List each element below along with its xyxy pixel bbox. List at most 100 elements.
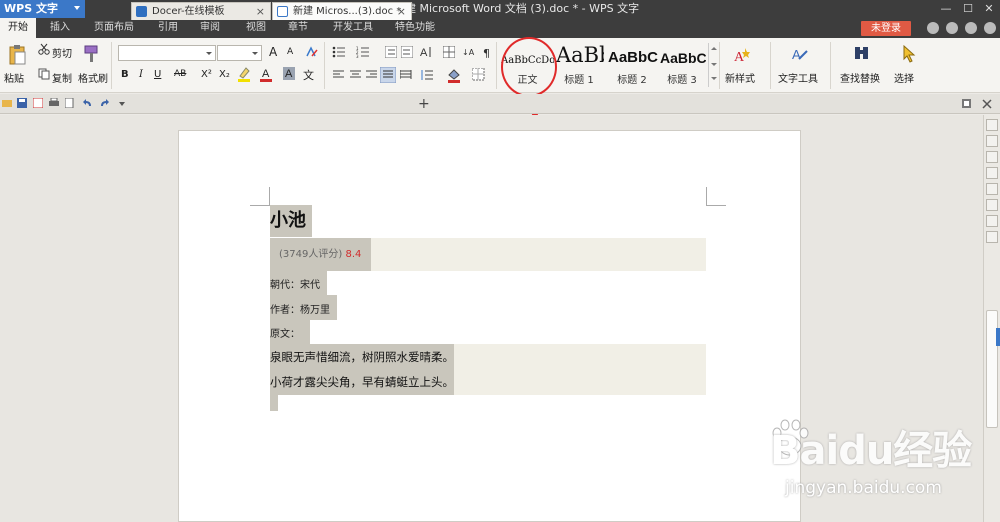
underline-button[interactable]: U — [154, 69, 161, 80]
clear-format-icon[interactable] — [305, 46, 318, 58]
increase-indent-icon[interactable] — [401, 46, 413, 58]
subscript-button[interactable]: X₂ — [219, 69, 230, 80]
redo-icon[interactable] — [99, 98, 109, 108]
menu-special[interactable]: 特色功能 — [390, 18, 440, 38]
menu-view[interactable]: 视图 — [240, 18, 272, 38]
sidebar-style-icon[interactable] — [986, 135, 998, 147]
phonetic-icon[interactable]: 文 — [302, 66, 318, 82]
paste-button[interactable]: 粘贴 — [4, 70, 24, 85]
font-name-combo[interactable] — [118, 45, 216, 61]
style-sample: AaBbC — [660, 50, 706, 66]
font-color-icon[interactable]: A — [259, 66, 273, 82]
distribute-icon[interactable] — [400, 70, 412, 80]
close-icon[interactable]: × — [397, 3, 406, 20]
sidebar-toggle-icon[interactable] — [986, 119, 998, 131]
new-tab-plus-icon[interactable]: + — [418, 96, 430, 112]
crop-mark — [269, 187, 270, 206]
binoculars-icon[interactable] — [853, 45, 871, 63]
close-all-icon[interactable] — [982, 99, 992, 109]
open-icon[interactable] — [2, 98, 12, 108]
superscript-button[interactable]: X² — [201, 69, 212, 80]
sort-icon[interactable]: ↓A — [462, 45, 476, 58]
svg-text:↓A: ↓A — [462, 48, 475, 57]
menu-references[interactable]: 引用 — [152, 18, 184, 38]
maximize-button[interactable]: ☐ — [957, 0, 979, 18]
bullet-list-icon[interactable] — [332, 46, 346, 58]
menu-section[interactable]: 章节 — [282, 18, 314, 38]
menu-home[interactable]: 开始 — [0, 18, 36, 38]
menu-review[interactable]: 审阅 — [194, 18, 226, 38]
collapse-ribbon-icon[interactable] — [984, 22, 996, 34]
shading-icon[interactable] — [447, 67, 461, 83]
help-icon[interactable] — [965, 22, 977, 34]
format-painter-icon[interactable] — [82, 44, 100, 64]
style-label: 标题 3 — [667, 75, 697, 86]
strikethrough-button[interactable]: AB — [174, 69, 186, 79]
sidebar-tools-icon[interactable] — [986, 199, 998, 211]
sidebar-help-icon[interactable] — [986, 231, 998, 243]
side-panel-tab[interactable] — [996, 328, 1000, 346]
styles-scroll[interactable] — [708, 43, 717, 87]
find-replace-button[interactable]: 查找替换 — [840, 70, 880, 85]
login-button[interactable]: 未登录 — [861, 21, 911, 36]
bold-button[interactable]: B — [121, 69, 129, 80]
text-tools-icon[interactable]: A — [791, 45, 809, 65]
align-left-icon[interactable] — [333, 70, 345, 80]
highlight-icon[interactable] — [237, 66, 251, 82]
skin-icon[interactable] — [927, 22, 939, 34]
text-tools-button[interactable]: 文字工具 — [778, 70, 818, 85]
tab-current-document[interactable]: 新建 Micros...(3).doc * × — [272, 2, 412, 20]
style-heading-2[interactable]: AaBbC 标题 2 — [606, 41, 658, 89]
text-direction-icon[interactable]: A — [420, 45, 434, 58]
show-marks-icon[interactable]: ¶ — [482, 46, 494, 58]
new-style-icon[interactable]: A — [733, 46, 751, 64]
sidebar-shape-icon[interactable] — [986, 167, 998, 179]
format-painter-button[interactable]: 格式刷 — [78, 70, 108, 85]
paste-icon[interactable] — [8, 44, 26, 66]
tab-menu-icon[interactable] — [962, 99, 972, 109]
save-icon[interactable] — [17, 98, 27, 108]
italic-button[interactable]: I — [139, 69, 143, 80]
author-line: 作者：杨万里 — [270, 295, 337, 320]
table-icon[interactable] — [443, 46, 455, 58]
close-button[interactable]: ✕ — [978, 0, 1000, 18]
line-spacing-icon[interactable] — [420, 69, 434, 81]
borders-icon[interactable] — [472, 68, 485, 81]
app-menu-button[interactable]: WPS 文字 — [0, 0, 85, 18]
sidebar-select-icon[interactable] — [986, 151, 998, 163]
quick-access-dropdown-icon[interactable] — [119, 102, 125, 106]
justify-icon[interactable] — [380, 67, 396, 83]
select-button[interactable]: 选择 — [894, 70, 914, 85]
close-icon[interactable]: × — [256, 3, 265, 20]
poem-line-1: 泉眼无声惜细流，树阴照水爱晴柔。 — [270, 344, 454, 370]
menu-insert[interactable]: 插入 — [42, 18, 78, 38]
numbered-list-icon[interactable]: 123 — [356, 46, 370, 58]
font-size-combo[interactable] — [217, 45, 262, 61]
style-heading-1[interactable]: AaBb 标题 1 — [554, 41, 604, 89]
tab-docer-templates[interactable]: Docer-在线模板 × — [131, 2, 271, 20]
font-grow-button[interactable]: A — [269, 45, 277, 59]
menu-page-layout[interactable]: 页面布局 — [88, 18, 140, 38]
char-shading-icon[interactable]: A — [282, 66, 296, 82]
font-shrink-button[interactable]: A — [287, 47, 293, 57]
sidebar-share-icon[interactable] — [986, 215, 998, 227]
style-heading-3[interactable]: AaBbC 标题 3 — [658, 41, 706, 89]
align-center-icon[interactable] — [350, 70, 362, 80]
settings-icon[interactable] — [946, 22, 958, 34]
style-label: 标题 1 — [564, 75, 594, 86]
decrease-indent-icon[interactable] — [385, 46, 397, 58]
crop-mark — [706, 205, 726, 206]
copy-button[interactable]: 复制 — [52, 70, 72, 85]
print-preview-icon[interactable] — [65, 98, 75, 108]
new-style-button[interactable]: 新样式 — [725, 70, 755, 85]
vertical-scrollbar[interactable] — [983, 115, 1000, 522]
cut-button[interactable]: 剪切 — [52, 45, 72, 60]
minimize-button[interactable]: — — [935, 0, 957, 18]
menu-developer[interactable]: 开发工具 — [328, 18, 378, 38]
print-icon[interactable] — [49, 98, 59, 108]
undo-icon[interactable] — [83, 98, 93, 108]
sidebar-backup-icon[interactable] — [986, 183, 998, 195]
align-right-icon[interactable] — [366, 70, 378, 80]
export-pdf-icon[interactable] — [33, 98, 43, 108]
select-cursor-icon[interactable] — [902, 45, 916, 63]
